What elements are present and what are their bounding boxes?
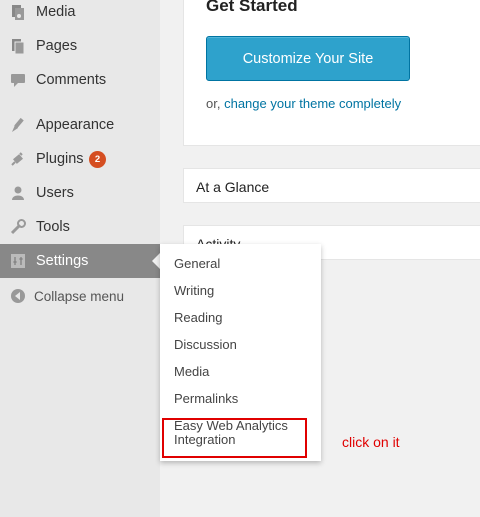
customize-site-button[interactable]: Customize Your Site bbox=[206, 36, 410, 81]
change-theme-link[interactable]: change your theme completely bbox=[224, 96, 401, 111]
appearance-icon bbox=[9, 116, 27, 134]
sidebar-item-label: Comments bbox=[36, 72, 107, 88]
sidebar-item-label: Appearance bbox=[36, 117, 115, 133]
sidebar-item-plugins[interactable]: Plugins 2 bbox=[0, 142, 160, 176]
sidebar-item-label: Plugins bbox=[36, 151, 84, 167]
submenu-item-general[interactable]: General bbox=[174, 256, 220, 271]
settings-icon bbox=[9, 252, 27, 270]
sidebar-item-users[interactable]: Users bbox=[0, 176, 160, 210]
plugins-icon bbox=[9, 150, 27, 168]
submenu-item-permalinks[interactable]: Permalinks bbox=[174, 391, 238, 406]
sidebar-item-label: Tools bbox=[36, 219, 70, 235]
collapse-menu-button[interactable]: Collapse menu bbox=[0, 284, 160, 308]
sidebar-item-pages[interactable]: Pages bbox=[0, 29, 160, 63]
users-icon bbox=[9, 184, 27, 202]
theme-line: or, change your theme completely bbox=[206, 96, 401, 111]
comments-icon bbox=[9, 71, 27, 89]
sidebar-item-label: Pages bbox=[36, 38, 78, 54]
pages-icon bbox=[9, 37, 27, 55]
submenu-item-media[interactable]: Media bbox=[174, 364, 209, 379]
submenu-item-discussion[interactable]: Discussion bbox=[174, 337, 237, 352]
sidebar-item-settings[interactable]: Settings bbox=[0, 244, 160, 278]
sidebar-item-label: Media bbox=[36, 4, 76, 20]
highlight-annotation-box bbox=[162, 418, 307, 458]
update-count-badge: 2 bbox=[89, 151, 106, 168]
sidebar-item-label: Settings bbox=[36, 253, 89, 269]
tools-icon bbox=[9, 218, 27, 236]
sidebar-item-comments[interactable]: Comments bbox=[0, 63, 160, 97]
at-a-glance-widget: At a Glance bbox=[183, 168, 480, 203]
collapse-arrow-icon bbox=[10, 288, 26, 304]
or-text: or, bbox=[206, 96, 221, 111]
click-annotation: click on it bbox=[342, 434, 400, 450]
admin-sidebar: Media Pages Comments Appearance Plugins … bbox=[0, 0, 160, 517]
sidebar-item-tools[interactable]: Tools bbox=[0, 210, 160, 244]
welcome-panel: Get Started Customize Your Site or, chan… bbox=[183, 0, 480, 146]
sidebar-item-media[interactable]: Media bbox=[0, 0, 160, 29]
submenu-item-writing[interactable]: Writing bbox=[174, 283, 214, 298]
media-icon bbox=[9, 3, 27, 21]
welcome-title: Get Started bbox=[206, 0, 298, 15]
sidebar-item-appearance[interactable]: Appearance bbox=[0, 108, 160, 142]
collapse-menu-label: Collapse menu bbox=[34, 288, 125, 304]
active-menu-pointer bbox=[152, 253, 160, 269]
widget-title[interactable]: At a Glance bbox=[196, 179, 269, 195]
submenu-item-reading[interactable]: Reading bbox=[174, 310, 222, 325]
sidebar-item-label: Users bbox=[36, 185, 74, 201]
